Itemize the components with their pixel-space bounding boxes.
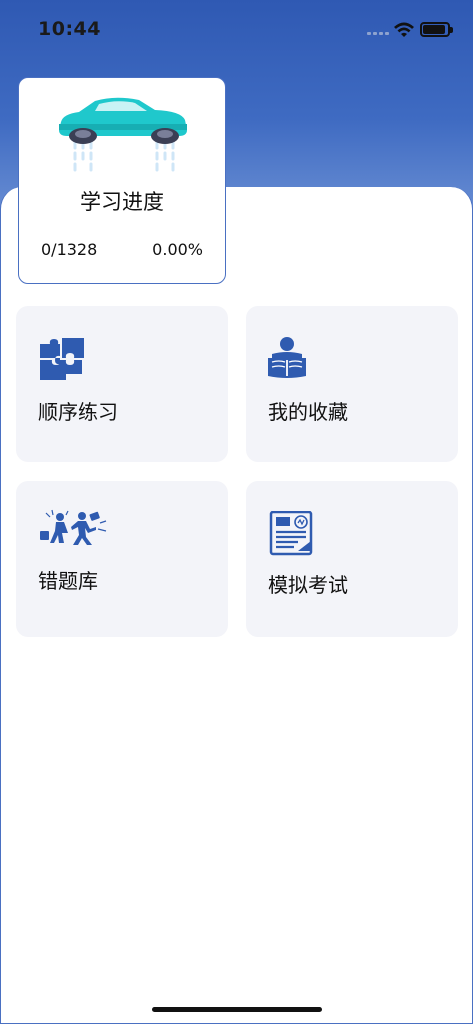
puzzle-icon: [40, 338, 84, 380]
tile-label: 顺序练习: [38, 400, 118, 424]
status-time: 10:44: [38, 18, 101, 40]
flying-car-icon: [59, 97, 187, 174]
home-indicator[interactable]: [152, 1007, 322, 1012]
reading-person-icon: [268, 337, 306, 378]
progress-percent: 0.00%: [152, 240, 203, 259]
running-people-icon: [40, 509, 107, 545]
exam-paper-icon: [269, 511, 313, 556]
wifi-icon: [394, 22, 414, 37]
tile-label: 错题库: [38, 569, 98, 593]
tile-label: 我的收藏: [268, 400, 348, 424]
sequential-practice-tile[interactable]: 顺序练习: [16, 306, 228, 462]
status-bar: 10:44: [0, 0, 473, 60]
wrong-questions-tile[interactable]: 错题库: [16, 481, 228, 637]
progress-title: 学习进度: [80, 190, 164, 214]
progress-count: 0/1328: [41, 240, 98, 259]
tile-label: 模拟考试: [268, 573, 348, 597]
battery-icon: [420, 22, 453, 37]
progress-card[interactable]: 学习进度 0/1328 0.00%: [18, 77, 226, 284]
favorites-tile[interactable]: 我的收藏: [246, 306, 458, 462]
cellular-signal-icon: [367, 32, 389, 35]
mock-exam-tile[interactable]: 模拟考试: [246, 481, 458, 637]
